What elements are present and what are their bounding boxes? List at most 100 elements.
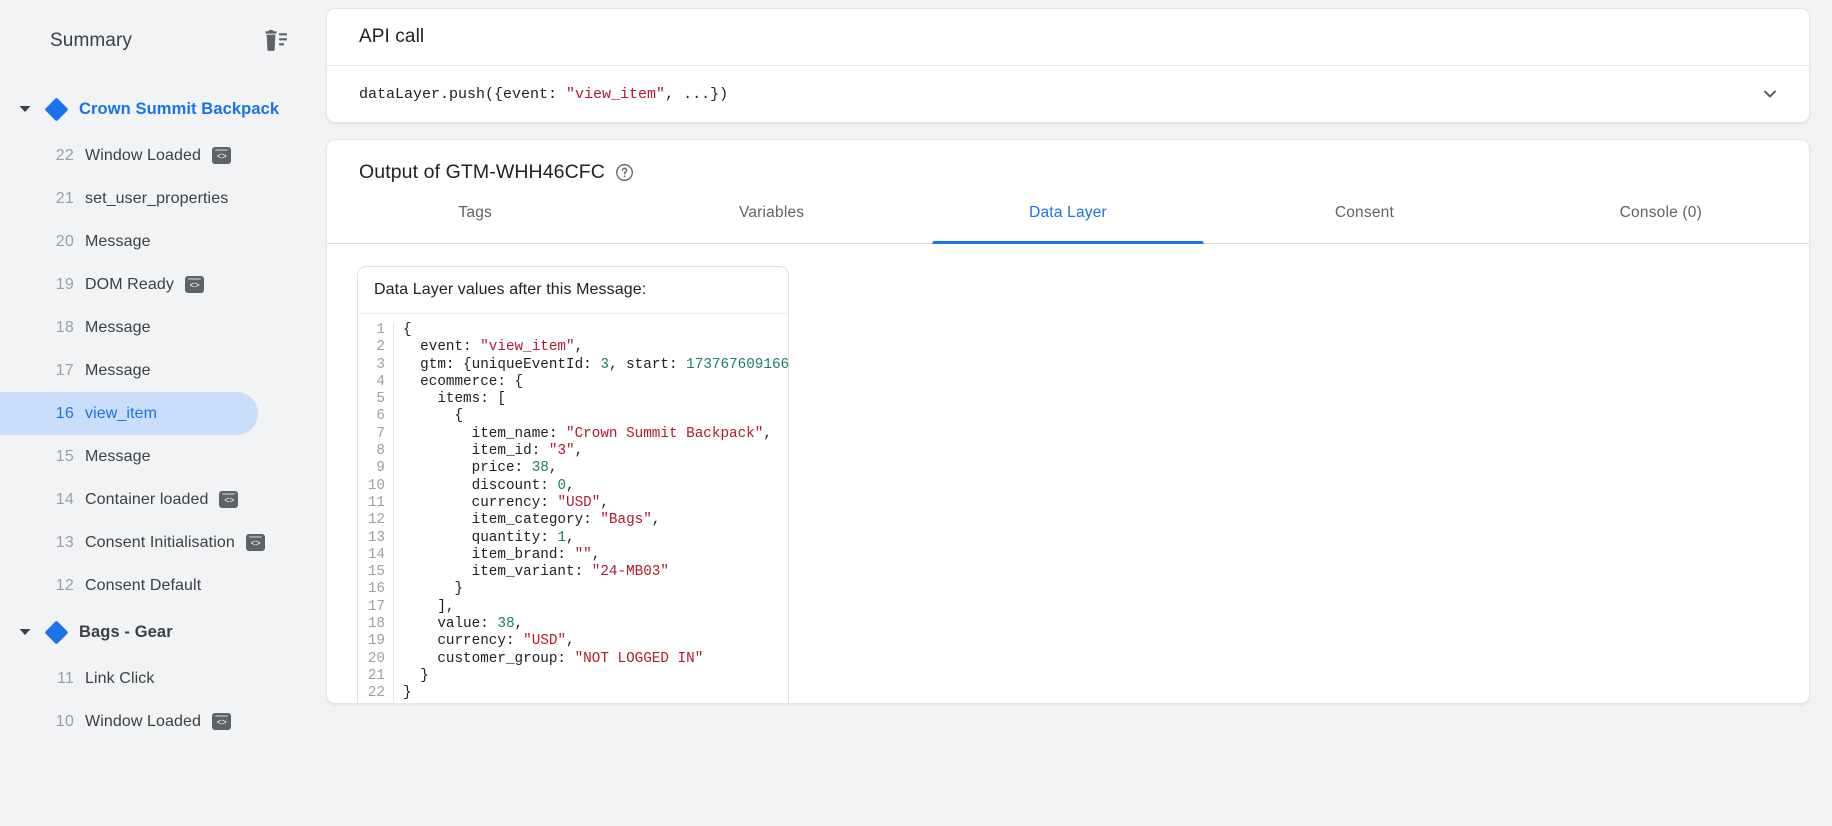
code-plain-token: quantity: xyxy=(403,530,557,546)
code-line: item_name: "Crown Summit Backpack", xyxy=(403,426,789,443)
event-number: 21 xyxy=(46,190,74,208)
code-plain-token: currency: xyxy=(403,495,557,511)
tab-variables[interactable]: Variables xyxy=(623,202,919,243)
code-line-number: 7 xyxy=(358,426,385,443)
event-label: Consent Default xyxy=(85,577,201,595)
event-label: Link Click xyxy=(85,670,154,688)
code-line: } xyxy=(403,685,789,702)
code-line-number: 8 xyxy=(358,443,385,460)
sidebar-group-bags-gear[interactable]: Bags - Gear xyxy=(0,607,318,657)
event-list-item[interactable]: 20Message xyxy=(0,220,258,263)
api-call-code-prefix: dataLayer.push({event: xyxy=(359,86,566,103)
chevron-down-icon[interactable] xyxy=(14,621,36,643)
event-number: 13 xyxy=(46,534,74,552)
code-line-numbers: 12345678910111213141516171819202122 xyxy=(358,322,394,703)
code-plain-token: , xyxy=(566,478,575,494)
api-call-body: dataLayer.push({event: "view_item", ...}… xyxy=(327,66,1809,122)
code-plain-token: currency: xyxy=(403,633,523,649)
code-line-number: 12 xyxy=(358,512,385,529)
event-list-item[interactable]: 15Message xyxy=(0,435,258,478)
event-list-item[interactable]: 21 set_user_properties xyxy=(0,177,258,220)
event-list-item[interactable]: 12Consent Default xyxy=(0,564,258,607)
code-string-token: "view_item" xyxy=(480,339,574,355)
help-circle-icon[interactable] xyxy=(605,163,634,182)
event-label: Container loaded xyxy=(85,491,208,509)
event-label: DOM Ready xyxy=(85,276,174,294)
code-line-number: 13 xyxy=(358,530,385,547)
event-label: Message xyxy=(85,448,151,466)
code-content: { event: "view_item", gtm: {uniqueEventI… xyxy=(394,322,789,703)
event-list-item[interactable]: 13Consent Initialisation<> xyxy=(0,521,258,564)
code-string-token: "NOT LOGGED IN" xyxy=(575,651,704,667)
code-line: item_category: "Bags", xyxy=(403,512,789,529)
output-tabs: TagsVariablesData LayerConsentConsole (0… xyxy=(327,202,1809,244)
code-plain-token: item_id: xyxy=(403,443,549,459)
event-label: Message xyxy=(85,319,151,337)
code-plain-token: , xyxy=(652,512,661,528)
code-line-number: 1 xyxy=(358,322,385,339)
code-plain-token: , start: xyxy=(609,357,686,373)
code-plain-token: , xyxy=(575,339,584,355)
code-line: discount: 0, xyxy=(403,478,789,495)
code-line-number: 21 xyxy=(358,668,385,685)
tab-consent[interactable]: Consent xyxy=(1216,202,1512,243)
event-list-item[interactable]: 22Window Loaded<> xyxy=(0,134,258,177)
code-plain-token: event: xyxy=(403,339,480,355)
chevron-down-icon[interactable] xyxy=(14,98,36,120)
code-plain-token: , xyxy=(575,443,584,459)
code-string-token: "Bags" xyxy=(600,512,651,528)
sidebar-header: Summary xyxy=(0,0,318,82)
code-line-number: 5 xyxy=(358,391,385,408)
code-line: item_brand: "", xyxy=(403,547,789,564)
event-label: set_user_properties xyxy=(85,190,228,208)
trash-icon[interactable] xyxy=(264,30,288,52)
code-line: gtm: {uniqueEventId: 3, start: 173767609… xyxy=(403,357,789,374)
code-line-number: 22 xyxy=(358,685,385,702)
code-line: currency: "USD", xyxy=(403,633,789,650)
code-string-token: "" xyxy=(575,547,592,563)
event-list-item[interactable]: 10Window Loaded<> xyxy=(0,700,258,743)
code-number-token: 38 xyxy=(532,460,549,476)
code-line: price: 38, xyxy=(403,460,789,477)
api-call-code-event-string: "view_item" xyxy=(566,86,665,103)
output-card: Output of GTM-WHH46CFC TagsVariablesData… xyxy=(326,139,1810,704)
data-layer-panel-title: Data Layer values after this Message: xyxy=(358,267,788,314)
main-content: API call dataLayer.push({event: "view_it… xyxy=(318,0,1832,826)
tab-data-layer[interactable]: Data Layer xyxy=(920,202,1216,243)
code-line: item_id: "3", xyxy=(403,443,789,460)
code-line: ], xyxy=(403,599,789,616)
code-line: event: "view_item", xyxy=(403,339,789,356)
container-diamond-icon xyxy=(44,620,68,644)
code-plain-token: items: [ xyxy=(403,391,506,407)
code-plain-token: , xyxy=(592,547,601,563)
event-number: 11 xyxy=(46,670,74,688)
code-line: items: [ xyxy=(403,391,789,408)
sidebar-group-crown-summit-backpack[interactable]: Crown Summit Backpack xyxy=(0,84,318,134)
code-plain-token: , xyxy=(600,495,609,511)
code-line-number: 14 xyxy=(358,547,385,564)
code-line-number: 19 xyxy=(358,633,385,650)
event-list-item[interactable]: 19DOM Ready<> xyxy=(0,263,258,306)
event-list-item[interactable]: 18Message xyxy=(0,306,258,349)
event-list-item[interactable]: 14Container loaded<> xyxy=(0,478,258,521)
code-number-token: 1737676091667 xyxy=(686,357,789,373)
event-number: 16 xyxy=(46,405,74,423)
code-line-number: 2 xyxy=(358,339,385,356)
sidebar-group-label: Crown Summit Backpack xyxy=(79,100,279,119)
code-string-token: "3" xyxy=(549,443,575,459)
code-plain-token: discount: xyxy=(403,478,557,494)
code-string-token: "USD" xyxy=(557,495,600,511)
event-number: 19 xyxy=(46,276,74,294)
code-line-number: 17 xyxy=(358,599,385,616)
tab-tags[interactable]: Tags xyxy=(327,202,623,243)
event-label: Message xyxy=(85,362,151,380)
code-line: { xyxy=(403,322,789,339)
event-list-item[interactable]: 16view_item xyxy=(0,392,258,435)
data-layer-panel: Data Layer values after this Message: 12… xyxy=(357,266,789,704)
event-list-item[interactable]: 17Message xyxy=(0,349,258,392)
chevron-down-icon[interactable] xyxy=(1753,77,1787,111)
tab-console-0[interactable]: Console (0) xyxy=(1513,202,1809,243)
code-string-token: "24-MB03" xyxy=(592,564,669,580)
data-layer-code-block: 12345678910111213141516171819202122 { ev… xyxy=(358,314,788,704)
event-list-item[interactable]: 11 Link Click xyxy=(0,657,258,700)
